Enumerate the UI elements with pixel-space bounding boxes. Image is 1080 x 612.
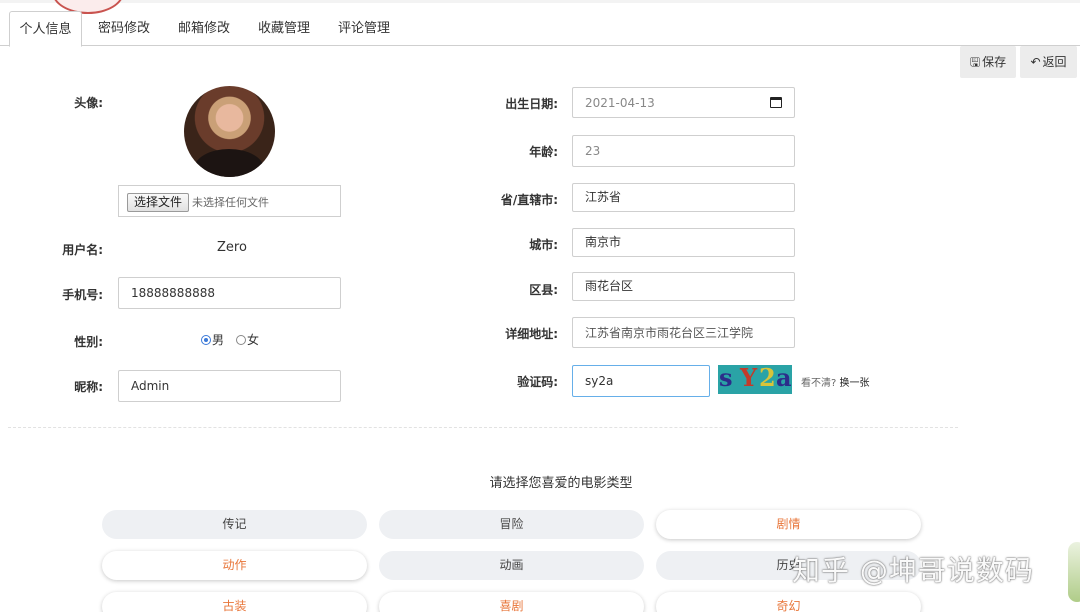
avatar-shoulder	[194, 149, 264, 177]
file-status: 未选择任何文件	[192, 196, 269, 209]
genre-fantasy[interactable]: 奇幻	[656, 592, 921, 612]
birthday-label: 出生日期:	[505, 97, 558, 111]
save-label: 保存	[982, 55, 1007, 69]
avatar[interactable]	[184, 86, 275, 177]
captcha-field[interactable]: sy2a	[572, 365, 710, 397]
captcha-char: Y	[740, 365, 758, 392]
save-button[interactable]: 🖫 保存	[960, 46, 1016, 78]
genre-animation[interactable]: 动画	[379, 551, 644, 580]
captcha-char: 2	[759, 365, 776, 392]
tab-password[interactable]: 密码修改	[88, 11, 160, 46]
captcha-refresh-link[interactable]: 换一张	[840, 378, 870, 389]
back-button[interactable]: ↶ 返回	[1020, 46, 1077, 78]
district-select[interactable]: 雨花台区	[572, 272, 795, 301]
captcha-label: 验证码:	[517, 375, 558, 389]
address-field[interactable]: 江苏省南京市雨花台区三江学院	[572, 317, 795, 348]
phone-label: 手机号:	[62, 288, 103, 302]
plant-decoration	[1068, 542, 1080, 602]
gender-radio-female[interactable]: 女	[236, 334, 259, 346]
nickname-field[interactable]: Admin	[118, 370, 341, 402]
calendar-icon[interactable]	[770, 97, 782, 108]
undo-arrow-icon: ↶	[1030, 55, 1041, 69]
file-upload[interactable]: 选择文件 未选择任何文件	[118, 185, 341, 217]
genre-adventure[interactable]: 冒险	[379, 510, 644, 539]
tab-favorites[interactable]: 收藏管理	[248, 11, 320, 46]
age-label: 年龄:	[529, 145, 558, 159]
birthday-field[interactable]: 2021-04-13	[572, 87, 795, 118]
section-divider	[8, 427, 958, 428]
birthday-value: 2021-04-13	[585, 96, 655, 110]
address-label: 详细地址:	[505, 327, 558, 341]
gender-female-label: 女	[247, 333, 260, 347]
gender-label: 性别:	[74, 335, 103, 349]
username-label: 用户名:	[62, 243, 103, 257]
captcha-char: a	[776, 365, 792, 392]
city-label: 城市:	[529, 238, 558, 252]
captcha-char: s	[719, 365, 733, 392]
username-value: Zero	[217, 240, 247, 255]
back-label: 返回	[1042, 55, 1067, 69]
gender-male-label: 男	[212, 333, 225, 347]
top-border	[0, 0, 1080, 3]
captcha-image[interactable]: s Y 2 a	[718, 365, 792, 394]
genre-comedy[interactable]: 喜剧	[379, 592, 644, 612]
nickname-label: 昵称:	[74, 380, 103, 394]
floppy-icon: 🖫	[969, 55, 981, 69]
tab-bar: 个人信息 密码修改 邮箱修改 收藏管理 评论管理	[0, 11, 1080, 47]
genre-biography[interactable]: 传记	[102, 510, 367, 539]
province-select[interactable]: 江苏省	[572, 183, 795, 212]
genre-costume[interactable]: 古装	[102, 592, 367, 612]
tab-personal-info[interactable]: 个人信息	[9, 11, 82, 47]
gender-radio-male[interactable]: 男	[201, 334, 224, 346]
genre-drama[interactable]: 剧情	[656, 510, 921, 539]
phone-field[interactable]: 18888888888	[118, 277, 341, 309]
watermark: 知乎 @坤哥说数码	[792, 554, 1034, 587]
captcha-tip: 看不清? 换一张	[801, 374, 870, 389]
district-label: 区县:	[529, 283, 558, 297]
choose-file-button[interactable]: 选择文件	[127, 193, 190, 212]
genre-section-title: 请选择您喜爱的电影类型	[489, 476, 633, 491]
tab-comments[interactable]: 评论管理	[328, 11, 400, 46]
radio-unchecked-icon	[236, 335, 246, 345]
tab-email[interactable]: 邮箱修改	[168, 11, 240, 46]
age-field[interactable]: 23	[572, 135, 795, 167]
city-select[interactable]: 南京市	[572, 228, 795, 257]
radio-checked-icon	[201, 335, 211, 345]
age-value: 23	[585, 144, 601, 158]
genre-action[interactable]: 动作	[102, 551, 367, 580]
avatar-label: 头像:	[74, 96, 103, 110]
province-label: 省/直辖市:	[500, 193, 558, 207]
captcha-hint: 看不清?	[801, 378, 837, 389]
